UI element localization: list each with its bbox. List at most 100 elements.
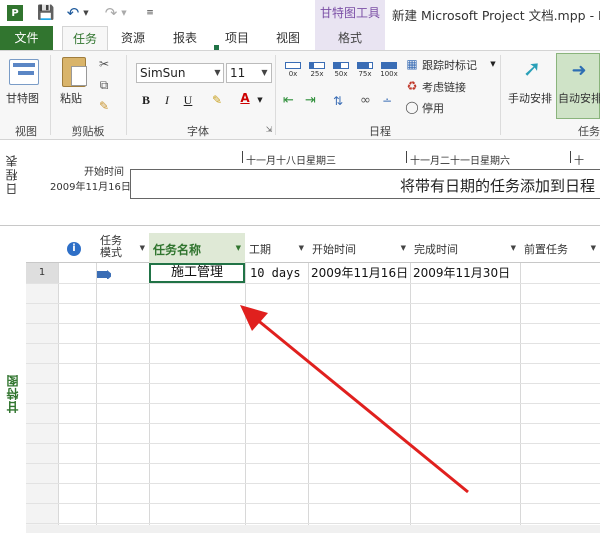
customize-toolbar-icon[interactable]: ≡ — [146, 5, 154, 21]
tab-task[interactable]: 任务 — [62, 26, 108, 51]
gantt-chart-button-label: 甘特图 — [6, 92, 39, 105]
percent-complete-bar-icon — [357, 62, 373, 69]
tab-file[interactable]: 文件 — [0, 26, 53, 50]
copy-icon[interactable]: ⧉ — [97, 78, 111, 92]
tasks-group-label: 任务 — [578, 125, 600, 138]
tab-view[interactable]: 视图 — [266, 26, 310, 50]
italic-button[interactable]: I — [160, 93, 174, 107]
row-gridline — [26, 523, 600, 524]
predecessors-column-header[interactable]: 前置任务 ▼ — [520, 233, 600, 263]
undo-icon[interactable]: ↶ — [66, 4, 80, 22]
percent-complete-label: 75x — [358, 70, 372, 78]
font-color-button[interactable]: A — [238, 91, 252, 105]
duration-column-header[interactable]: 工期 ▼ — [245, 233, 308, 263]
split-task-icon[interactable]: ⇅ — [333, 94, 351, 108]
underline-button[interactable]: U — [181, 93, 195, 107]
timeline-tick — [570, 151, 571, 163]
chevron-down-icon[interactable]: ▼ — [401, 244, 406, 252]
percent-complete-button[interactable]: 0x — [283, 59, 303, 79]
row-gridline — [26, 443, 600, 444]
timeline-date: 十一月二十一日星期六 — [410, 156, 510, 167]
tab-report[interactable]: 报表 — [162, 26, 208, 50]
inactivate-icon[interactable]: ◯ — [405, 100, 419, 114]
row-gridline — [26, 423, 600, 424]
mark-on-track-icon[interactable]: ▦ — [405, 57, 419, 71]
start-date-cell[interactable]: 2009年11月16日 — [309, 263, 409, 283]
column-header-row: i 任务 模式 ▼ 任务名称 ▼ 工期 ▼ 开始时间 ▼ 完成时间 ▼ 前置任务… — [26, 233, 600, 263]
respect-links-icon[interactable]: ♻ — [405, 79, 419, 93]
tab-format[interactable]: 格式 — [315, 26, 385, 50]
finish-column-header[interactable]: 完成时间 ▼ — [410, 233, 520, 263]
row-gridline — [26, 283, 600, 284]
row-gridline — [26, 383, 600, 384]
gantt-side-bar: 甘特图 — [0, 226, 26, 533]
percent-complete-button[interactable]: 75x — [355, 59, 375, 79]
tab-resource[interactable]: 资源 — [110, 26, 156, 50]
percent-complete-bar-icon — [309, 62, 325, 69]
auto-scheduled-mode-icon[interactable] — [97, 267, 111, 279]
mark-on-track-button[interactable]: 跟踪时标记 — [422, 57, 477, 73]
save-icon[interactable]: 💾 — [37, 5, 54, 21]
percent-complete-fill — [382, 63, 396, 68]
percent-complete-bar-icon — [381, 62, 397, 69]
task-name-column-header[interactable]: 任务名称 ▼ — [149, 233, 245, 263]
unlink-tasks-icon[interactable]: ∸ — [382, 94, 400, 108]
link-tasks-icon[interactable]: ∞ — [360, 94, 378, 108]
cut-icon[interactable]: ✂ — [97, 57, 111, 71]
chevron-down-icon[interactable]: ▼ — [591, 244, 596, 252]
chevron-down-icon[interactable]: ▼ — [258, 63, 271, 83]
chevron-down-icon[interactable]: ▼ — [236, 244, 241, 252]
start-header-label: 开始时间 — [312, 243, 356, 256]
ribbon-separator — [50, 55, 51, 135]
percent-complete-button[interactable]: 100x — [379, 59, 399, 79]
indicators-column-header[interactable]: i — [58, 233, 96, 263]
task-name-cell[interactable]: 施工管理 — [149, 263, 245, 283]
move-task-left-icon[interactable]: ⇤ — [283, 94, 301, 108]
mark-on-track-dropdown-icon[interactable]: ▼ — [486, 57, 500, 71]
table-row[interactable]: 1 施工管理 10 days 2009年11月16日 2009年11月30日 — [26, 263, 600, 283]
start-column-header[interactable]: 开始时间 ▼ — [308, 233, 410, 263]
row-gridline — [26, 483, 600, 484]
duration-cell[interactable]: 10 days — [248, 263, 301, 283]
inactivate-button[interactable]: 停用 — [422, 100, 444, 116]
font-dialog-launcher-icon[interactable]: ⇲ — [262, 123, 276, 137]
redo-icon[interactable]: ↷ — [104, 4, 118, 22]
move-task-right-icon[interactable]: ⇥ — [305, 94, 323, 108]
select-all-corner[interactable] — [26, 233, 58, 263]
gantt-tools-context-label: 甘特图工具 — [315, 0, 385, 26]
redo-dropdown-icon[interactable]: ▼ — [120, 5, 128, 21]
timeline-start-date: 2009年11月16日 — [50, 182, 131, 193]
percent-complete-fill — [310, 63, 314, 68]
cell-fill-handle[interactable] — [214, 45, 219, 50]
format-painter-icon[interactable]: ✎ — [97, 99, 111, 113]
percent-complete-button[interactable]: 50x — [331, 59, 351, 79]
timeline-tick — [406, 151, 407, 163]
row-number[interactable]: 1 — [26, 263, 58, 283]
finish-date-cell[interactable]: 2009年11月30日 — [411, 263, 519, 283]
chevron-down-icon[interactable]: ▼ — [211, 63, 224, 83]
undo-dropdown-icon[interactable]: ▼ — [82, 5, 90, 21]
task-mode-column-header[interactable]: 任务 模式 ▼ — [96, 233, 149, 263]
chevron-down-icon[interactable]: ▼ — [299, 244, 304, 252]
duration-header-label: 工期 — [249, 243, 271, 256]
highlight-color-icon[interactable]: ✎ — [210, 93, 224, 107]
chevron-down-icon[interactable]: ▼ — [140, 244, 145, 252]
horizontal-scrollbar[interactable] — [26, 525, 600, 533]
respect-links-button[interactable]: 考虑链接 — [422, 79, 466, 95]
font-color-dropdown-icon[interactable]: ▼ — [253, 93, 267, 107]
row-gridline — [26, 403, 600, 404]
manual-schedule-label: 手动安排 — [508, 92, 552, 105]
percent-complete-label: 25x — [310, 70, 324, 78]
bold-button[interactable]: B — [139, 93, 153, 107]
timeline-side-bar: 日程表 — [0, 141, 26, 215]
font-group-label: 字体 — [187, 125, 209, 138]
percent-complete-button[interactable]: 25x — [307, 59, 327, 79]
row-gridline — [26, 463, 600, 464]
timeline-placeholder: 将带有日期的任务添加到日程 — [400, 177, 596, 195]
gantt-side-label: 甘特图 — [6, 374, 20, 413]
tab-project[interactable]: 项目 — [214, 26, 260, 50]
auto-schedule-button[interactable]: ➜ 自动安排 — [556, 53, 600, 119]
chevron-down-icon[interactable]: ▼ — [511, 244, 516, 252]
row-gridline — [26, 303, 600, 304]
ribbon-separator — [275, 55, 276, 135]
